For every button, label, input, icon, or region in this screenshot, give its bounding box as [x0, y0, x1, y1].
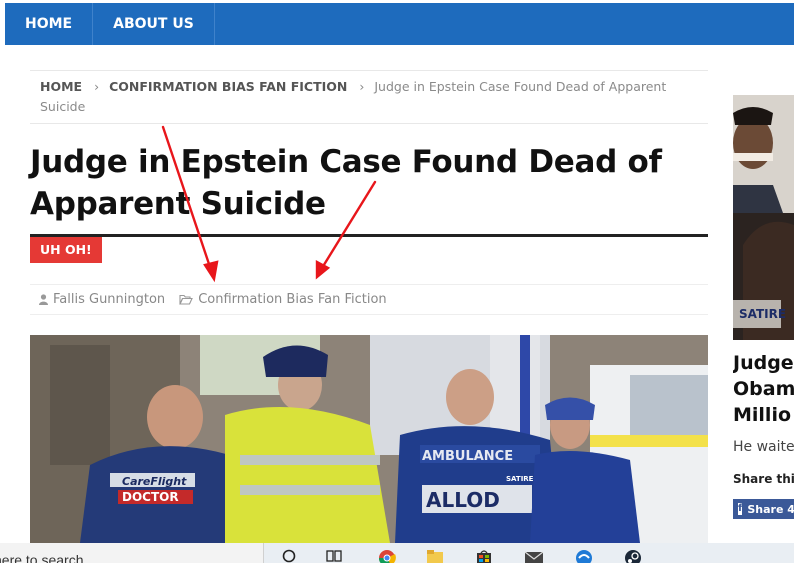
category-badge[interactable]: UH OH! [30, 237, 102, 263]
taskbar-search-box[interactable]: here to search [0, 543, 264, 563]
title-divider [30, 234, 708, 237]
page-title-line-2: Apparent Suicide [30, 186, 326, 222]
store-icon[interactable] [475, 549, 493, 563]
search-icon[interactable] [282, 549, 296, 563]
page-title: Judge in Epstein Case Found Dead of Appa… [30, 141, 708, 225]
post-meta: Fallis Gunnington Confirmation Bias Fan … [30, 284, 708, 315]
breadcrumb-home[interactable]: HOME [40, 79, 82, 94]
top-nav: HOME ABOUT US [5, 3, 794, 45]
facebook-share-button[interactable]: f Share 4 [733, 499, 794, 519]
sidebar-title-line-1: Judge [733, 352, 794, 374]
breadcrumb: HOME › CONFIRMATION BIAS FAN FICTION › Judge… [30, 70, 708, 124]
nav-about-us[interactable]: ABOUT US [93, 3, 215, 45]
facebook-icon: f [738, 503, 743, 515]
mail-icon[interactable] [524, 549, 544, 563]
sidebar-featured-image[interactable]: SATIRE [733, 95, 794, 340]
sidebar-share-label: Share this [733, 472, 794, 486]
chevron-right-icon: › [359, 79, 365, 94]
nav-home[interactable]: HOME [5, 3, 94, 45]
sidebar-post-title[interactable]: Judge Obam Millio [733, 350, 794, 428]
user-icon [39, 294, 48, 305]
chevron-right-icon: › [94, 79, 100, 94]
facebook-share-label: Share 4 [747, 502, 794, 516]
vest-label-careflight: CareFlight [122, 475, 187, 488]
vest-label-satire: SATIRE [506, 475, 534, 483]
sidebar-title-line-2: Obam [733, 378, 794, 400]
post-category: Confirmation Bias Fan Fiction [179, 292, 387, 307]
edge-icon[interactable] [575, 549, 593, 563]
chrome-icon[interactable] [378, 549, 396, 563]
sidebar-image-label: SATIRE [739, 307, 786, 321]
sidebar-excerpt: He waited [733, 439, 794, 455]
taskbar-search-placeholder: here to search [0, 552, 84, 563]
vest-label-ambulance: AMBULANCE [422, 449, 513, 464]
author-link[interactable]: Fallis Gunnington [53, 292, 165, 307]
file-explorer-icon[interactable] [426, 549, 444, 563]
task-view-icon[interactable] [326, 549, 342, 563]
featured-image: CareFlight DOCTOR AMBULANCE ALLOD SATIRE [30, 335, 708, 543]
sidebar-title-line-3: Millio [733, 404, 792, 426]
arrow-head-icon [315, 259, 331, 280]
steam-icon[interactable] [624, 549, 642, 563]
vest-label-doctor: DOCTOR [122, 490, 179, 504]
vest-label-allod: ALLOD [426, 488, 500, 512]
taskbar: here to search [0, 543, 794, 563]
category-link[interactable]: Confirmation Bias Fan Fiction [198, 292, 386, 307]
page-title-line-1: Judge in Epstein Case Found Dead of [30, 144, 662, 180]
folder-open-icon [179, 294, 194, 305]
arrow-head-icon [203, 260, 219, 283]
breadcrumb-category[interactable]: CONFIRMATION BIAS FAN FICTION [109, 79, 347, 94]
